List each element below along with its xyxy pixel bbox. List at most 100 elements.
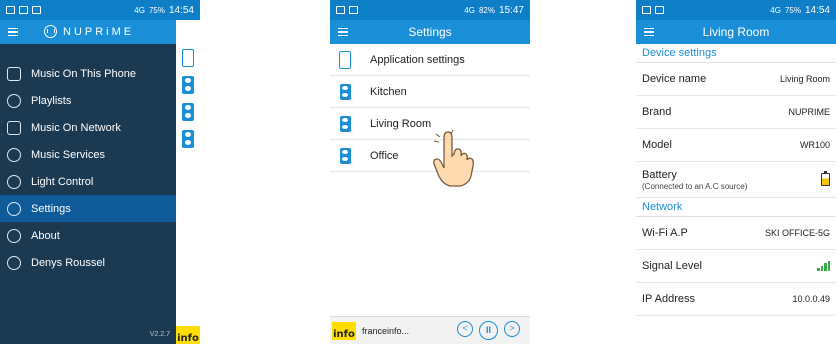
device-speaker[interactable] [176,98,200,125]
menu-item-label: Music On Network [31,121,121,134]
menu-item-label: Playlists [31,94,72,107]
menu-item-label: Denys Roussel [31,256,105,269]
battery-label: 75% [148,5,165,15]
device-speaker[interactable] [176,71,200,98]
setting-sublabel: (Connected to an A.C source) [642,181,748,191]
setting-label: Brand [642,106,672,118]
setting-label: IP Address [642,293,695,305]
signal-strength-icon [817,261,830,271]
speaker-icon [339,147,351,164]
clock: 15:47 [498,4,524,16]
previous-button[interactable]: < [457,321,473,337]
drawer-menu: Music On This Phone Playlists Music On N… [0,60,176,276]
menu-item-label: Music On This Phone [31,67,136,80]
battery-label: 75% [784,5,801,15]
clock: 14:54 [804,4,830,16]
menu-item-playlists[interactable]: Playlists [0,87,176,114]
menu-item-user[interactable]: Denys Roussel [0,249,176,276]
menu-icon[interactable] [0,20,26,44]
status-bar: 4G 75% 14:54 [636,0,836,20]
list-item-label: Office [370,149,399,162]
setting-value: 10.0.0.49 [792,294,830,304]
list-item-kitchen[interactable]: Kitchen [330,76,530,108]
brand-logo: NUPRiME [44,25,134,38]
notification-icons [642,6,664,14]
setting-device-name[interactable]: Device name Living Room [636,63,836,96]
user-icon [7,255,21,270]
setting-value: WR100 [799,140,830,150]
speaker-icon [182,129,194,148]
setting-model: Model WR100 [636,129,836,162]
speaker-icon [182,102,194,121]
phone-screen-device-settings: 4G 75% 14:54 Living Room Device settings… [636,0,836,344]
list-item-label: Application settings [370,53,465,66]
menu-item-label: Settings [31,202,71,215]
menu-item-settings[interactable]: Settings [0,195,176,222]
notification-icons [336,6,358,14]
station-logo-text: info [333,328,355,340]
status-bar: 4G 82% 15:47 [330,0,530,20]
mini-player[interactable]: info franceinfo... < II > [330,316,530,344]
menu-item-about[interactable]: About [0,222,176,249]
device-strip [176,44,200,152]
now-playing-title: franceinfo... [362,325,410,336]
menu-item-light-control[interactable]: Light Control [0,168,176,195]
phone-music-icon [7,66,21,81]
menu-item-label: Music Services [31,148,105,161]
setting-battery: Battery (Connected to an A.C source) [636,162,836,198]
tap-hand-icon [433,129,474,187]
playlist-icon [7,93,21,108]
menu-item-label: About [31,229,60,242]
menu-item-music-on-this-phone[interactable]: Music On This Phone [0,60,176,87]
setting-value: Living Room [779,74,830,84]
battery-charging-icon [821,171,830,186]
device-phone[interactable] [176,44,200,71]
signal-bar [817,268,820,271]
station-logo-text: info [177,333,199,344]
phone-screen-menu: 4G 75% 14:54 NUPRiME Music On This Phone… [0,0,200,344]
menu-item-music-services[interactable]: Music Services [0,141,176,168]
list-item-application-settings[interactable]: Application settings [330,44,530,76]
signal-bar [824,263,827,271]
page-title: Settings [408,25,452,39]
menu-icon[interactable] [636,20,662,44]
brand-name: NUPRiME [63,25,135,38]
pause-button[interactable]: II [479,321,498,340]
speaker-icon [182,75,194,94]
gear-icon [7,201,21,216]
section-device-settings: Device settings [636,44,836,63]
app-version: V2.2.7 [149,331,170,338]
notification-icons [6,6,41,14]
setting-value: SKI OFFICE-5G [764,228,830,238]
station-logo[interactable]: info [176,326,200,344]
setting-ip-address: IP Address 10.0.0.49 [636,283,836,316]
signal-bar [820,265,823,271]
section-network: Network [636,198,836,217]
app-bar: Settings [330,20,530,44]
network-label: 4G [464,5,475,15]
app-bar: Living Room [636,20,836,44]
setting-signal-level: Signal Level [636,250,836,283]
phone-screen-settings: 4G 82% 15:47 Settings Application settin… [330,0,530,344]
setting-label: Wi-Fi A.P [642,227,688,239]
speaker-icon [339,83,351,100]
network-label: 4G [134,5,145,15]
signal-bar [827,261,830,271]
setting-wifi: Wi-Fi A.P SKI OFFICE-5G [636,217,836,250]
menu-icon[interactable] [330,20,356,44]
phone-icon [339,50,351,69]
list-item-label: Kitchen [370,85,407,98]
brand-mark-icon [44,25,57,38]
page-title: Living Room [702,25,770,39]
status-bar: 4G 75% 14:54 [0,0,200,20]
setting-label: Device name [642,73,707,85]
device-speaker[interactable] [176,125,200,152]
drawer-header: NUPRiME [0,20,176,44]
speaker-icon [339,115,351,132]
menu-item-music-on-network[interactable]: Music On Network [0,114,176,141]
next-button[interactable]: > [504,321,520,337]
info-icon [7,228,21,243]
network-label: 4G [770,5,781,15]
battery-label: 82% [478,5,495,15]
navigation-drawer: NUPRiME Music On This Phone Playlists Mu… [0,20,176,344]
